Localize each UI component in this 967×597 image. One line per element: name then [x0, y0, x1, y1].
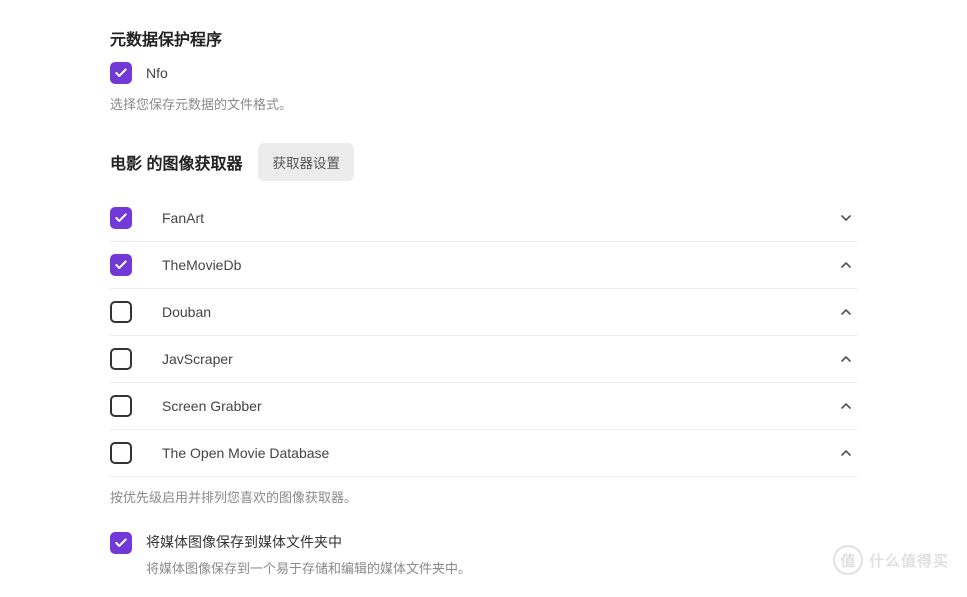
list-item: JavScraper — [110, 336, 857, 383]
save-media-title: 将媒体图像保存到媒体文件夹中 — [146, 532, 471, 552]
fetcher-label: Douban — [162, 304, 835, 320]
fetcher-label: Screen Grabber — [162, 398, 835, 414]
fetcher-label: JavScraper — [162, 351, 835, 367]
nfo-label: Nfo — [146, 65, 168, 81]
fetchers-list: FanArt TheMovieDb Douban — [110, 195, 857, 477]
chevron-up-icon[interactable] — [835, 254, 857, 276]
chevron-down-icon[interactable] — [835, 207, 857, 229]
watermark: 值 什么值得买 — [833, 545, 949, 575]
metadata-help: 选择您保存元数据的文件格式。 — [110, 94, 857, 113]
fetcher-checkbox-fanart[interactable] — [110, 207, 132, 229]
fetcher-label: TheMovieDb — [162, 257, 835, 273]
fetchers-help: 按优先级启用并排列您喜欢的图像获取器。 — [110, 487, 857, 506]
metadata-title: 元数据保护程序 — [110, 26, 857, 50]
chevron-up-icon[interactable] — [835, 442, 857, 464]
fetcher-checkbox-screengrabber[interactable] — [110, 395, 132, 417]
fetcher-settings-button[interactable]: 获取器设置 — [258, 143, 354, 181]
chevron-up-icon[interactable] — [835, 301, 857, 323]
chevron-up-icon[interactable] — [835, 395, 857, 417]
fetcher-label: The Open Movie Database — [162, 445, 835, 461]
metadata-section: 元数据保护程序 Nfo 选择您保存元数据的文件格式。 — [110, 26, 857, 113]
save-media-desc: 将媒体图像保存到一个易于存储和编辑的媒体文件夹中。 — [146, 558, 471, 577]
fetcher-checkbox-omdb[interactable] — [110, 442, 132, 464]
watermark-glyph: 值 — [833, 545, 863, 575]
list-item: The Open Movie Database — [110, 430, 857, 477]
fetcher-checkbox-javscraper[interactable] — [110, 348, 132, 370]
fetcher-checkbox-themoviedb[interactable] — [110, 254, 132, 276]
watermark-text: 什么值得买 — [869, 550, 949, 571]
save-media-checkbox[interactable] — [110, 532, 132, 554]
list-item: FanArt — [110, 195, 857, 242]
list-item: TheMovieDb — [110, 242, 857, 289]
fetchers-section: 电影 的图像获取器 获取器设置 FanArt TheMovieDb — [110, 143, 857, 506]
fetcher-label: FanArt — [162, 210, 835, 226]
list-item: Screen Grabber — [110, 383, 857, 430]
save-media-section: 将媒体图像保存到媒体文件夹中 将媒体图像保存到一个易于存储和编辑的媒体文件夹中。 — [110, 532, 857, 577]
fetchers-title: 电影 的图像获取器 — [110, 150, 242, 174]
nfo-checkbox[interactable] — [110, 62, 132, 84]
fetcher-checkbox-douban[interactable] — [110, 301, 132, 323]
chevron-up-icon[interactable] — [835, 348, 857, 370]
list-item: Douban — [110, 289, 857, 336]
